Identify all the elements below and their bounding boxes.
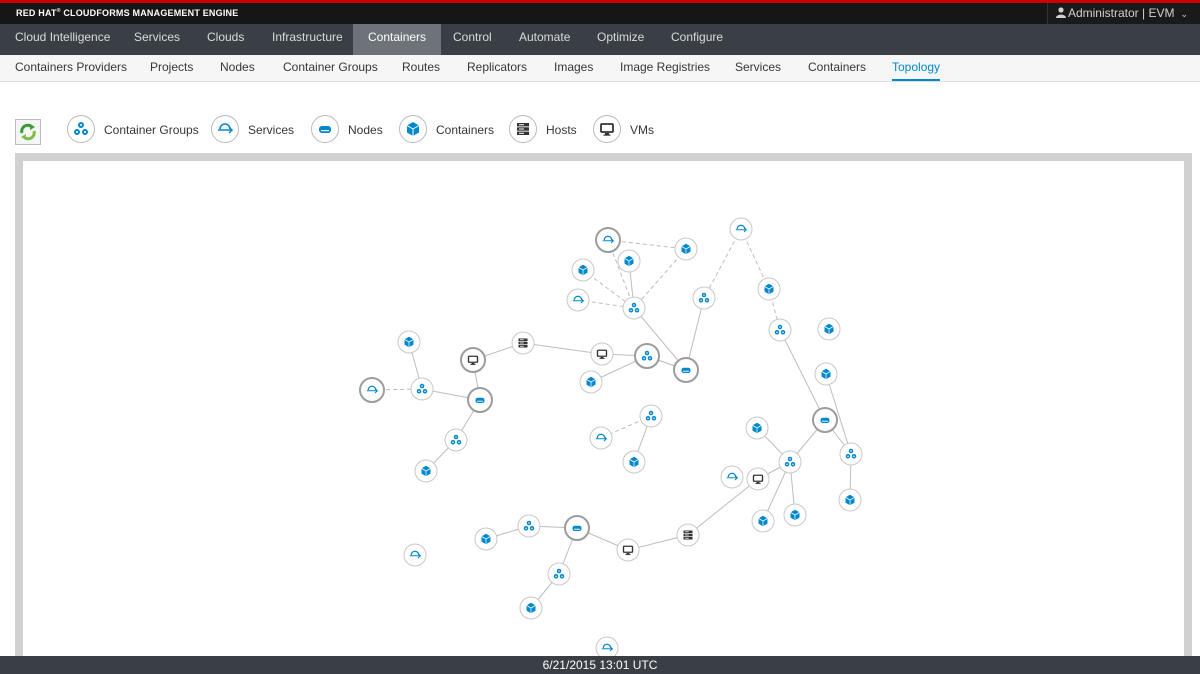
primary-nav-services[interactable]: Services <box>119 24 195 55</box>
secondary-nav-containers-providers[interactable]: Containers Providers <box>0 55 142 81</box>
topology-node-container-icon[interactable] <box>617 249 641 273</box>
topology-node-container-icon[interactable] <box>757 277 781 301</box>
topology-node-service-icon[interactable] <box>589 426 613 450</box>
topology-frame <box>15 153 1192 656</box>
topology-node-container-group-icon[interactable] <box>778 450 802 474</box>
topology-edge <box>522 342 603 355</box>
legend-label: Container Groups <box>104 123 199 137</box>
topology-node-container-icon[interactable] <box>571 258 595 282</box>
secondary-nav-images[interactable]: Images <box>539 55 608 81</box>
secondary-nav-projects[interactable]: Projects <box>135 55 208 81</box>
footer-timestamp: 6/21/2015 13:01 UTC <box>542 658 658 672</box>
topology-node-container-group-icon[interactable] <box>634 343 660 369</box>
primary-nav-configure[interactable]: Configure <box>656 24 738 55</box>
topology-node-container-group-icon[interactable] <box>547 562 571 586</box>
primary-nav-optimize[interactable]: Optimize <box>582 24 659 55</box>
topology-node-node-icon[interactable] <box>812 407 838 433</box>
topology-node-container-icon[interactable] <box>838 488 862 512</box>
primary-nav: Cloud Intelligence Services Clouds Infrastr… <box>0 24 1200 55</box>
topology-node-vm-icon[interactable] <box>616 538 640 562</box>
secondary-nav-container-groups[interactable]: Container Groups <box>268 55 393 81</box>
secondary-nav-image-registries[interactable]: Image Registries <box>605 55 725 81</box>
topology-edge <box>687 478 759 536</box>
footer: 6/21/2015 13:01 UTC <box>0 656 1200 674</box>
legend-label: Hosts <box>546 123 577 137</box>
topology-legend: Container Groups Services Nodes Containe… <box>0 108 1200 148</box>
topology-node-service-icon[interactable] <box>720 465 744 489</box>
topology-node-container-group-icon[interactable] <box>692 286 716 310</box>
topology-node-container-group-icon[interactable] <box>768 318 792 342</box>
topology-node-container-icon[interactable] <box>751 509 775 533</box>
topology-node-container-icon[interactable] <box>817 317 841 341</box>
topology-node-container-group-icon[interactable] <box>839 442 863 466</box>
topology-node-container-icon[interactable] <box>783 503 807 527</box>
topology-node-container-group-icon[interactable] <box>410 377 434 401</box>
secondary-nav-nodes[interactable]: Nodes <box>205 55 270 81</box>
refresh-button[interactable] <box>15 119 41 145</box>
refresh-icon <box>20 123 36 141</box>
topology-node-vm-icon[interactable] <box>746 467 770 491</box>
secondary-nav: Containers Providers Projects Nodes Contain… <box>0 55 1200 82</box>
topology-node-container-icon[interactable] <box>397 330 421 354</box>
topology-node-service-icon[interactable] <box>566 288 590 312</box>
topology-edge <box>633 248 687 309</box>
topology-node-service-icon[interactable] <box>595 227 621 253</box>
legend-label: Services <box>248 123 295 137</box>
user-menu[interactable]: Administrator | EVM ⌄ <box>1046 3 1200 24</box>
topology-node-node-icon[interactable] <box>673 357 699 383</box>
host-icon <box>509 115 537 143</box>
topology-node-container-group-icon[interactable] <box>517 514 541 538</box>
topology-graph[interactable] <box>23 161 1184 656</box>
topology-edge <box>703 228 742 299</box>
secondary-nav-replicators[interactable]: Replicators <box>452 55 542 81</box>
topology-node-container-icon[interactable] <box>674 237 698 261</box>
vm-icon <box>593 115 621 143</box>
container-icon <box>399 115 427 143</box>
primary-nav-automate[interactable]: Automate <box>504 24 585 55</box>
topology-node-container-icon[interactable] <box>579 370 603 394</box>
legend-label: VMs <box>630 123 654 137</box>
topology-node-container-icon[interactable] <box>519 596 543 620</box>
topology-node-container-group-icon[interactable] <box>622 296 646 320</box>
user-name: Administrator | EVM <box>1067 6 1175 20</box>
container-group-icon <box>67 115 95 143</box>
primary-nav-control[interactable]: Control <box>438 24 507 55</box>
topology-node-container-group-icon[interactable] <box>444 428 468 452</box>
topology-node-service-icon[interactable] <box>595 636 619 656</box>
legend-label: Nodes <box>348 123 383 137</box>
masthead: RED HAT® CLOUDFORMS MANAGEMENT ENGINE Ad… <box>0 0 1200 24</box>
topology-canvas[interactable] <box>23 161 1184 656</box>
primary-nav-containers[interactable]: Containers <box>353 24 442 55</box>
topology-node-host-icon[interactable] <box>676 523 700 547</box>
topology-node-container-icon[interactable] <box>814 362 838 386</box>
topology-node-container-icon[interactable] <box>745 416 769 440</box>
service-icon <box>211 115 239 143</box>
secondary-nav-topology[interactable]: Topology <box>877 55 955 81</box>
topology-node-node-icon[interactable] <box>564 515 590 541</box>
node-icon <box>311 115 339 143</box>
user-icon <box>1055 7 1066 18</box>
legend-label: Containers <box>436 123 495 137</box>
topology-node-container-icon[interactable] <box>474 527 498 551</box>
topology-node-container-group-icon[interactable] <box>639 404 663 428</box>
primary-nav-cloud-intelligence[interactable]: Cloud Intelligence <box>0 24 125 55</box>
topology-node-vm-icon[interactable] <box>460 347 486 373</box>
topology-node-container-icon[interactable] <box>622 450 646 474</box>
topology-node-node-icon[interactable] <box>467 387 493 413</box>
secondary-nav-services-2[interactable]: Services <box>720 55 796 81</box>
primary-nav-infrastructure[interactable]: Infrastructure <box>257 24 358 55</box>
topology-node-container-icon[interactable] <box>414 459 438 483</box>
topology-node-vm-icon[interactable] <box>590 342 614 366</box>
secondary-nav-containers[interactable]: Containers <box>793 55 881 81</box>
topology-node-host-icon[interactable] <box>511 331 535 355</box>
topology-node-service-icon[interactable] <box>729 217 753 241</box>
topology-node-service-icon[interactable] <box>359 377 385 403</box>
brand-logo: RED HAT® CLOUDFORMS MANAGEMENT ENGINE <box>16 8 239 18</box>
topology-node-service-icon[interactable] <box>403 543 427 567</box>
chevron-down-icon: ⌄ <box>1180 9 1188 19</box>
secondary-nav-routes[interactable]: Routes <box>387 55 455 81</box>
primary-nav-clouds[interactable]: Clouds <box>192 24 259 55</box>
